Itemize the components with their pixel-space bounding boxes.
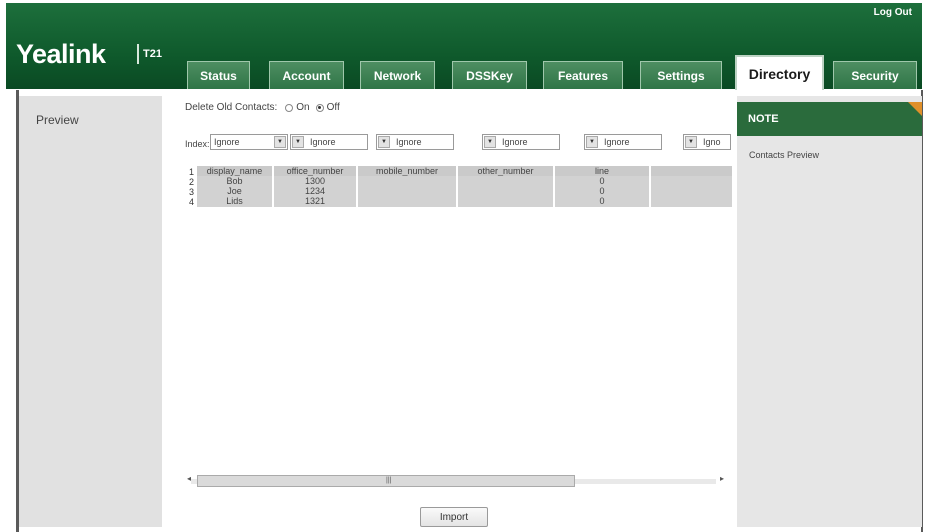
table-cell: 0	[555, 196, 649, 207]
chevron-down-icon: ▼	[378, 136, 390, 148]
row-number: 3	[189, 187, 195, 197]
table-cell: Lids	[197, 196, 272, 207]
table-cell	[458, 196, 553, 207]
index-label: Index:	[185, 139, 210, 149]
main-panel: Delete Old Contacts: On Off Index: Ignor…	[165, 96, 735, 527]
column-selector-1-value: Ignore	[214, 137, 240, 147]
column-selector-2[interactable]: ▼ Ignore	[290, 134, 368, 150]
note-text: Contacts Preview	[749, 150, 820, 160]
import-button[interactable]: Import	[420, 507, 488, 527]
row-number: 2	[189, 177, 195, 187]
radio-on[interactable]	[285, 103, 294, 112]
tab-directory[interactable]: Directory	[735, 55, 824, 90]
note-title: NOTE	[748, 113, 779, 125]
row-number-column: 1 2 3 4	[189, 167, 194, 207]
column-selector-1[interactable]: Ignore ▼	[210, 134, 288, 150]
tab-security[interactable]: Security	[833, 61, 917, 89]
scroll-right-icon[interactable]: ▸	[720, 474, 724, 483]
contacts-preview-table: display_name office_number mobile_number…	[197, 166, 732, 226]
chevron-down-icon: ▼	[586, 136, 598, 148]
radio-off[interactable]	[315, 103, 324, 112]
tab-account[interactable]: Account	[269, 61, 344, 89]
column-selector-4-value: Ignore	[502, 137, 528, 147]
table-cell	[651, 196, 732, 207]
column-selector-2-value: Ignore	[310, 137, 336, 147]
column-selector-4[interactable]: ▼ Ignore	[482, 134, 560, 150]
column-selector-5-value: Ignore	[604, 137, 630, 147]
table-cell	[358, 196, 456, 207]
column-selector-3[interactable]: ▼ Ignore	[376, 134, 454, 150]
note-header: NOTE	[737, 102, 922, 136]
chevron-down-icon: ▼	[484, 136, 496, 148]
logout-link[interactable]: Log Out	[874, 7, 912, 18]
table-cell: 1321	[274, 196, 356, 207]
chevron-down-icon: ▼	[292, 136, 304, 148]
radio-off-label: Off	[326, 102, 340, 113]
delete-old-contacts-row: Delete Old Contacts: On Off	[185, 102, 340, 113]
tab-network[interactable]: Network	[360, 61, 435, 89]
column-selector-5[interactable]: ▼ Ignore	[584, 134, 662, 150]
column-selector-6[interactable]: ▼ Igno	[683, 134, 731, 150]
chevron-down-icon: ▼	[274, 136, 286, 148]
header-bar: Yealink T21 Log Out Status Account Netwo…	[6, 3, 922, 90]
horizontal-scrollbar[interactable]: ◂ ||| ▸	[183, 473, 728, 489]
row-number: 1	[189, 167, 195, 177]
sidebar-item-preview[interactable]: Preview	[36, 113, 79, 127]
note-panel: NOTE Contacts Preview	[737, 96, 922, 527]
radio-on-label: On	[296, 102, 310, 113]
logo-divider	[137, 44, 139, 64]
phone-model: T21	[143, 48, 162, 60]
row-number: 4	[189, 197, 195, 207]
tab-dsskey[interactable]: DSSKey	[452, 61, 527, 89]
tab-settings[interactable]: Settings	[640, 61, 722, 89]
column-selector-3-value: Ignore	[396, 137, 422, 147]
sidebar: Preview	[19, 96, 162, 527]
brand-logo: Yealink	[16, 39, 106, 69]
scrollbar-thumb[interactable]: |||	[197, 475, 575, 487]
chevron-down-icon: ▼	[685, 136, 697, 148]
page-corner-icon	[908, 102, 922, 116]
tab-status[interactable]: Status	[187, 61, 250, 89]
grip-icon: |||	[386, 477, 392, 484]
delete-old-contacts-label: Delete Old Contacts:	[185, 102, 278, 113]
column-selector-6-value: Igno	[703, 137, 721, 147]
tab-features[interactable]: Features	[543, 61, 623, 89]
